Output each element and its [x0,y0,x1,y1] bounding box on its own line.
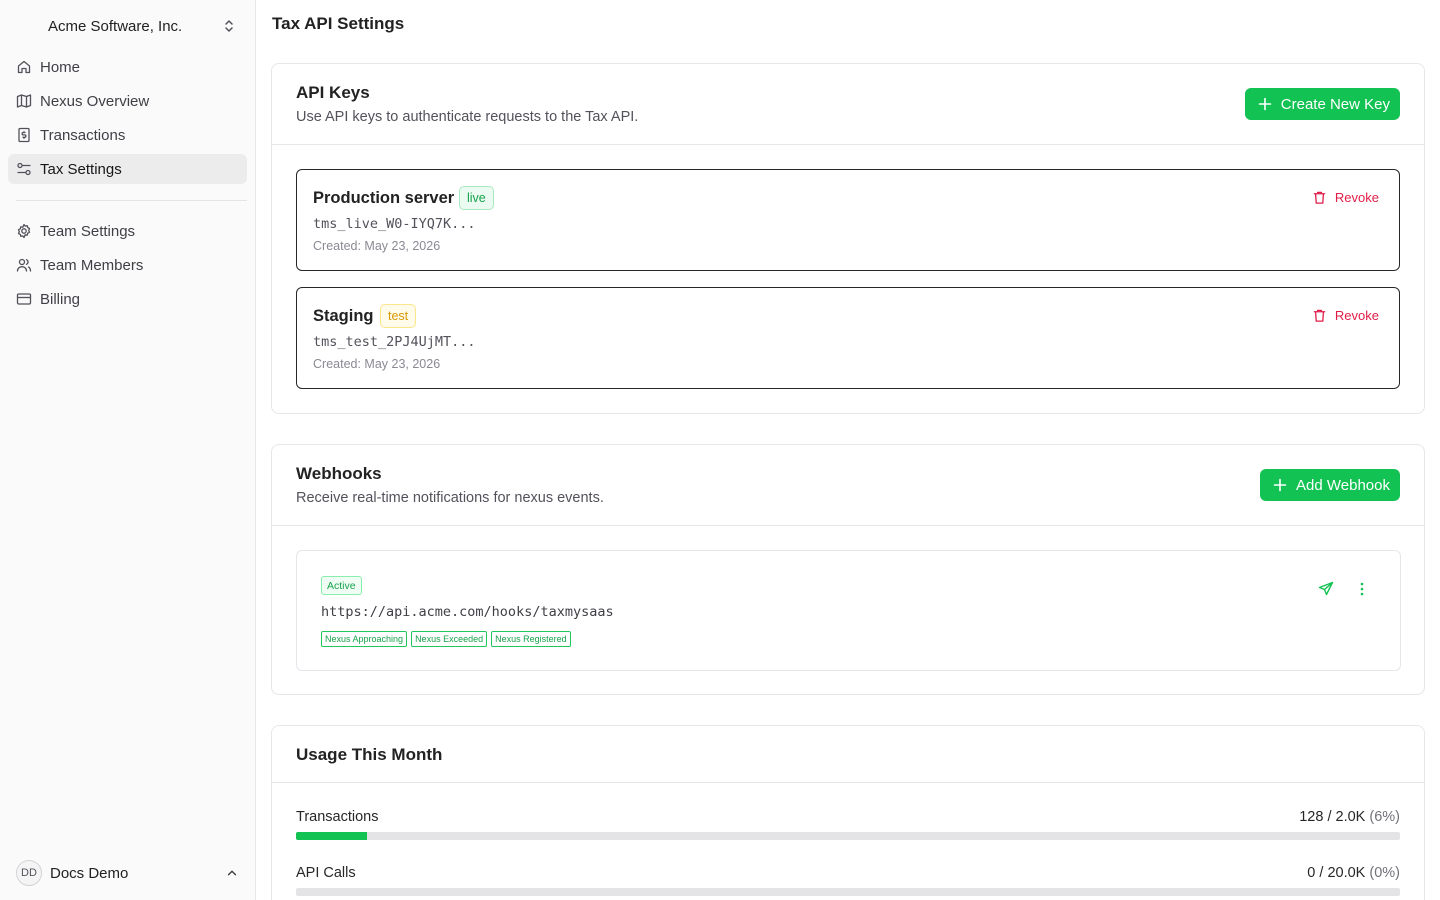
webhooks-header: Webhooks Receive real-time notifications… [272,445,1424,526]
add-webhook-button[interactable]: Add Webhook [1260,469,1400,501]
env-badge-live: live [459,186,494,210]
sidebar-item-team-members[interactable]: Team Members [8,250,247,280]
key-created-date: Created: May 23, 2026 [313,239,441,253]
plus-icon [1273,478,1287,492]
sidebar-item-label: Home [40,58,81,76]
webhook-url: https://api.acme.com/hooks/taxmysaas [321,604,614,620]
sidebar-item-label: Nexus Overview [40,92,150,110]
event-tag: Nexus Approaching [321,631,408,647]
sidebar-item-transactions[interactable]: Transactions [8,120,247,150]
meter-percent: (0%) [1369,865,1400,881]
event-tag: Nexus Registered [491,631,571,647]
api-keys-description: Use API keys to authenticate requests to… [296,109,639,125]
revoke-button[interactable]: Revoke [1312,308,1379,323]
sidebar-item-nexus-overview[interactable]: Nexus Overview [8,86,247,116]
org-switcher[interactable]: Acme Software, Inc. [8,8,247,44]
usage-card: Usage This Month Transactions 128 / 2.0K… [271,725,1425,900]
webhooks-title: Webhooks [296,464,382,483]
more-options-icon[interactable] [1354,580,1370,598]
sidebar-item-label: Tax Settings [40,160,122,178]
key-token: tms_test_2PJ4UjMT... [313,334,476,350]
add-webhook-label: Add Webhook [1296,476,1390,494]
receipt-icon [18,127,30,143]
send-test-icon[interactable] [1318,580,1334,598]
key-name: Staging [313,307,374,325]
sliders-icon [17,162,31,176]
api-key-item: Production server live tms_live_W0-IYQ7K… [296,169,1400,271]
sidebar-item-label: Billing [40,290,81,308]
status-badge: Active [321,576,362,595]
chevron-up-icon [227,870,237,876]
org-name: Acme Software, Inc. [48,17,183,35]
event-tag: Nexus Exceeded [411,631,488,647]
api-keys-title: API Keys [296,83,370,102]
create-new-key-label: Create New Key [1280,95,1390,113]
credit-card-icon [16,293,32,305]
user-menu[interactable]: DD Docs Demo [8,857,247,889]
meter-value: 0 / 20.0K (0%) [1307,865,1400,881]
usage-header: Usage This Month [272,726,1424,783]
revoke-label: Revoke [1334,308,1379,323]
map-icon [16,94,32,108]
meter-label: Transactions [296,809,379,825]
avatar: DD [16,860,42,886]
sidebar-item-home[interactable]: Home [8,52,247,82]
trash-icon [1313,191,1326,204]
sidebar-item-label: Team Members [40,256,144,274]
meter-percent: (6%) [1369,809,1400,825]
key-token: tms_live_W0-IYQ7K... [313,216,476,232]
api-keys-header: API Keys Use API keys to authenticate re… [272,64,1424,145]
revoke-button[interactable]: Revoke [1312,190,1379,205]
webhook-events: Nexus Approaching Nexus Exceeded Nexus R… [321,631,571,647]
chevrons-up-down-icon [225,20,233,32]
nav-secondary: Team Settings Team Members Billing [8,216,247,318]
user-name: Docs Demo [50,864,129,882]
create-new-key-button[interactable]: Create New Key [1244,88,1400,120]
sidebar-item-tax-settings[interactable]: Tax Settings [8,154,247,184]
key-created-date: Created: May 23, 2026 [313,357,441,371]
api-keys-card: API Keys Use API keys to authenticate re… [271,63,1425,414]
webhooks-description: Receive real-time notifications for nexu… [296,490,604,506]
revoke-label: Revoke [1334,190,1379,205]
webhooks-card: Webhooks Receive real-time notifications… [271,444,1425,695]
sidebar-item-label: Transactions [40,126,126,144]
home-icon [17,60,31,74]
meter-count: 0 / 20.0K [1307,865,1366,881]
env-badge-test: test [380,304,417,328]
progress-fill [296,832,367,840]
meter-count: 128 / 2.0K [1299,809,1366,825]
progress-track [296,888,1400,896]
meter-label: API Calls [296,865,356,881]
sidebar-item-billing[interactable]: Billing [8,284,247,314]
sidebar-divider [16,200,247,201]
webhook-item: Active https://api.acme.com/hooks/taxmys… [296,550,1401,671]
page-title: Tax API Settings [272,14,405,33]
sidebar-item-label: Team Settings [40,222,136,240]
sidebar-item-team-settings[interactable]: Team Settings [8,216,247,246]
api-key-item: Staging test tms_test_2PJ4UjMT... Create… [296,287,1400,389]
gear-icon [17,223,31,239]
usage-title: Usage This Month [296,745,443,764]
key-name: Production server [313,189,455,207]
plus-icon [1258,97,1272,111]
trash-icon [1313,309,1326,322]
users-icon [16,258,32,272]
nav-primary: Home Nexus Overview Transactions Tax Set… [8,52,247,188]
meter-value: 128 / 2.0K (6%) [1299,809,1400,825]
sidebar: Acme Software, Inc. Home Nexus Overview … [0,0,256,900]
progress-track [296,832,1400,840]
webhook-actions [1318,580,1370,598]
